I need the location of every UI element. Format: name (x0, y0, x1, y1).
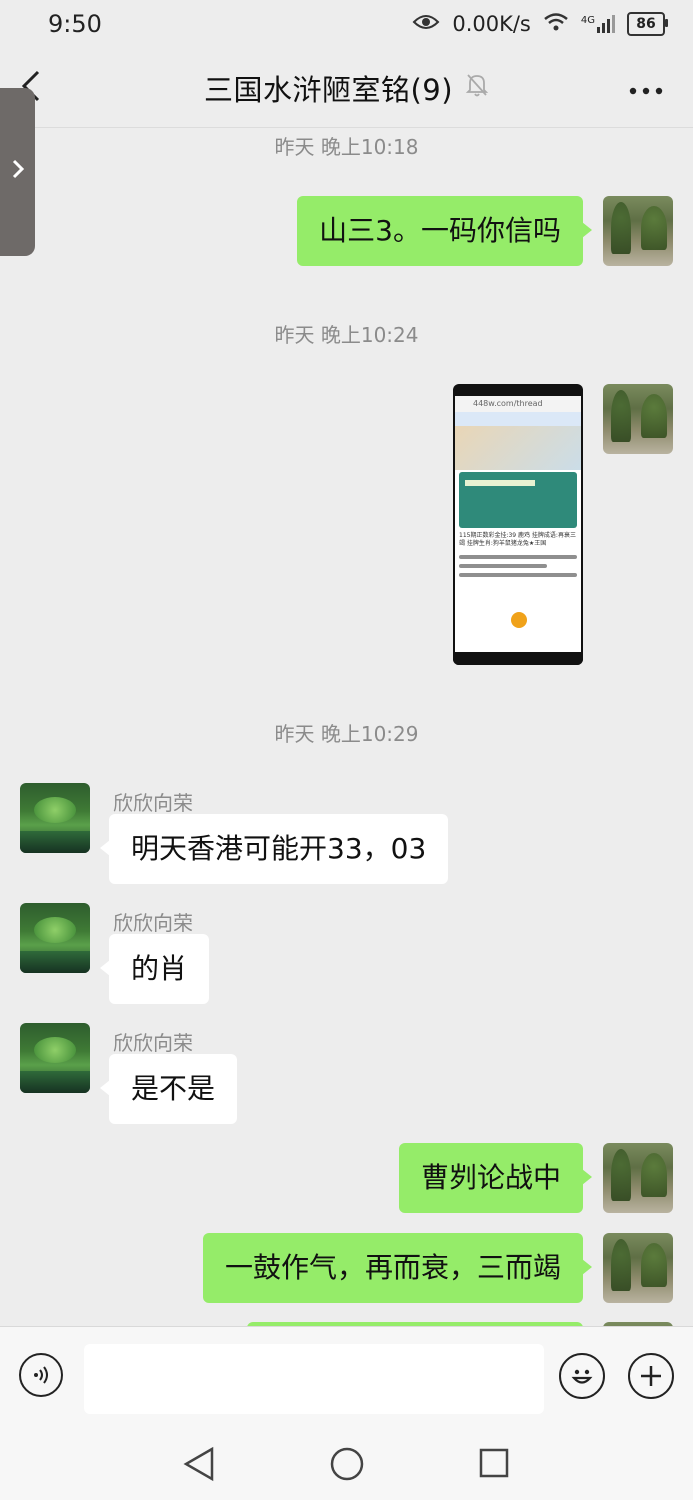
message-row: 欣欣向荣 明天香港可能开33，03 (0, 783, 693, 884)
image-caption: 115期正数彩金挂:39 鹿鸡 挂牌成语:再衰三竭 挂牌生肖:狗羊鼠猪龙兔★王国 (459, 532, 576, 547)
avatar[interactable] (603, 384, 673, 454)
bell-off-icon (465, 72, 489, 104)
signal-label: 4G (580, 15, 595, 26)
system-navigation (0, 1430, 693, 1500)
avatar[interactable] (603, 1143, 673, 1213)
message-row: 欣欣向荣 的肖 (0, 903, 693, 1004)
voice-icon[interactable] (19, 1353, 63, 1397)
chat-messages[interactable]: 昨天 晚上10:18 山三3。一码你信吗 昨天 晚上10:24 448w.com… (0, 128, 693, 1326)
eye-icon (412, 12, 440, 36)
emoji-icon[interactable] (559, 1353, 605, 1399)
message-row: 山三3。一码你信吗 (0, 196, 693, 266)
floating-side-tab[interactable] (0, 88, 35, 256)
status-bar: 9:50 0.00K/s 4G 86 (0, 0, 693, 48)
chat-title: 三国水浒陋室铭(9) (203, 72, 454, 107)
avatar[interactable] (20, 903, 90, 973)
message-bubble-received[interactable]: 的肖 (99, 934, 210, 1004)
status-time: 9:50 (48, 10, 102, 38)
image-message[interactable]: 448w.com/thread 115期正数彩金挂:39 鹿鸡 挂牌成语:再衰三… (453, 384, 583, 665)
message-bubble-sent[interactable]: 一鼓作气，再而衰，三而竭 (202, 1233, 593, 1303)
message-bubble-received[interactable]: 明天香港可能开33，03 (99, 814, 449, 884)
message-row: 448w.com/thread 115期正数彩金挂:39 鹿鸡 挂牌成语:再衰三… (0, 384, 693, 666)
sender-name: 欣欣向荣 (113, 911, 193, 935)
message-row: 欣欣向荣 是不是 (0, 1023, 693, 1124)
plus-icon[interactable] (628, 1353, 674, 1399)
message-row: 曹刿论战中 (0, 1143, 693, 1213)
page-title: 三国水浒陋室铭(9) (204, 67, 489, 109)
home-circle-icon[interactable] (329, 1446, 365, 1486)
screenshot-thumbnail: 448w.com/thread 115期正数彩金挂:39 鹿鸡 挂牌成语:再衰三… (455, 396, 581, 652)
wifi-icon (543, 12, 569, 37)
avatar[interactable] (20, 1023, 90, 1093)
more-dots-icon[interactable] (629, 70, 663, 103)
message-bubble-sent[interactable]: 山三3。一码你信吗 (297, 196, 592, 266)
message-row: 一鼓作气，再而衰，三而竭 (0, 1233, 693, 1303)
back-triangle-icon[interactable] (182, 1446, 216, 1486)
timestamp: 昨天 晚上10:29 (274, 722, 419, 746)
battery-icon: 86 (627, 12, 668, 36)
message-bubble-received[interactable]: 是不是 (99, 1054, 238, 1124)
message-input[interactable] (84, 1344, 544, 1414)
timestamp: 昨天 晚上10:18 (274, 135, 419, 159)
sender-name: 欣欣向荣 (113, 791, 193, 815)
recents-square-icon[interactable] (478, 1446, 510, 1484)
input-bar (0, 1326, 693, 1430)
sender-name: 欣欣向荣 (113, 1031, 193, 1055)
network-speed: 0.00K/s (452, 12, 531, 36)
chevron-right-icon (11, 157, 25, 187)
avatar[interactable] (603, 1233, 673, 1303)
timestamp: 昨天 晚上10:24 (274, 323, 419, 347)
avatar[interactable] (20, 783, 90, 853)
message-bubble-sent[interactable]: 曹刿论战中 (398, 1143, 593, 1213)
status-icons: 0.00K/s 4G 86 (412, 12, 668, 37)
chat-header: 三国水浒陋室铭(9) (0, 48, 693, 128)
signal-icon: 4G (581, 15, 615, 33)
avatar[interactable] (603, 196, 673, 266)
